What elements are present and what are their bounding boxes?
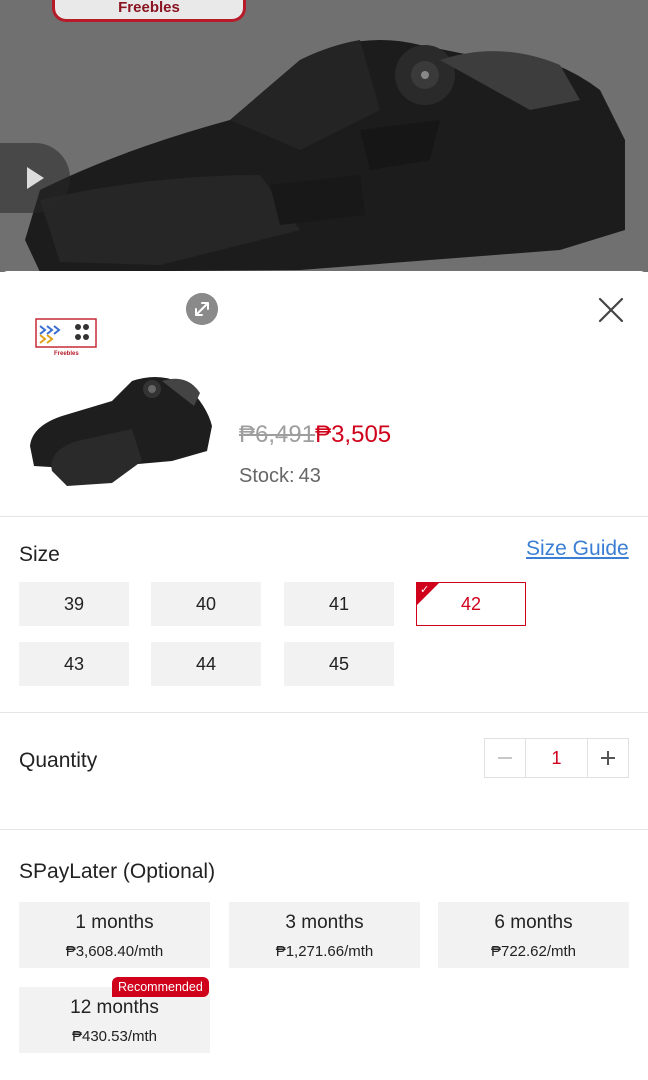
play-icon [27,167,44,189]
size-option-42[interactable]: ✓ 42 [416,582,526,626]
divider [0,829,648,830]
size-title: Size [19,543,60,566]
video-play-button[interactable] [0,143,70,213]
price-row: ₱6,491₱3,505 [239,421,391,449]
close-icon[interactable] [594,293,628,327]
spaylater-title: SPayLater (Optional) [19,860,216,883]
plan-amount: ₱1,271.66/mth [275,943,374,960]
plan-term: 1 months [75,912,154,933]
divider [0,712,648,713]
size-option-45[interactable]: 45 [284,642,394,686]
stock-info: Stock: 43 [239,465,321,488]
installment-plan-6[interactable]: 6 months ₱722.62/mth [438,902,629,968]
plan-term: 3 months [285,912,364,933]
divider [0,516,648,517]
check-icon: ✓ [420,584,430,596]
freebies-banner-text: Freebles [118,0,180,16]
freebies-banner: Freebles [52,0,246,22]
plus-icon [601,751,615,765]
increase-button[interactable] [588,739,628,777]
shoe-photo [0,0,648,272]
size-option-44[interactable]: 44 [151,642,261,686]
plan-amount: ₱430.53/mth [71,1028,158,1045]
stock-value: 43 [298,465,321,487]
size-option-39[interactable]: 39 [19,582,129,626]
size-guide-link[interactable]: Size Guide [526,537,629,561]
installment-plan-1[interactable]: 1 months ₱3,608.40/mth [19,902,210,968]
stock-label: Stock: [239,465,295,487]
product-thumbnail[interactable]: Freebles [22,311,222,501]
decrease-button[interactable] [485,739,525,777]
product-hero-image: Freebles [0,0,648,272]
size-option-43[interactable]: 43 [19,642,129,686]
plan-amount: ₱722.62/mth [490,943,577,960]
quantity-title: Quantity [19,749,98,772]
current-price: ₱3,505 [315,421,392,448]
plan-term: 6 months [494,912,573,933]
minus-icon [498,757,512,759]
thumb-freebies-text: Freebles [54,351,79,357]
plan-amount: ₱3,608.40/mth [65,943,164,960]
expand-icon[interactable] [186,293,218,325]
recommended-badge: Recommended [112,977,209,997]
size-option-41[interactable]: 41 [284,582,394,626]
size-option-40[interactable]: 40 [151,582,261,626]
installment-plan-3[interactable]: 3 months ₱1,271.66/mth [229,902,420,968]
size-option-label: 42 [460,593,482,614]
quantity-stepper: 1 [484,738,629,778]
quantity-input[interactable]: 1 [525,739,588,777]
original-price: ₱6,491 [239,421,316,448]
plan-term: 12 months [70,997,159,1018]
